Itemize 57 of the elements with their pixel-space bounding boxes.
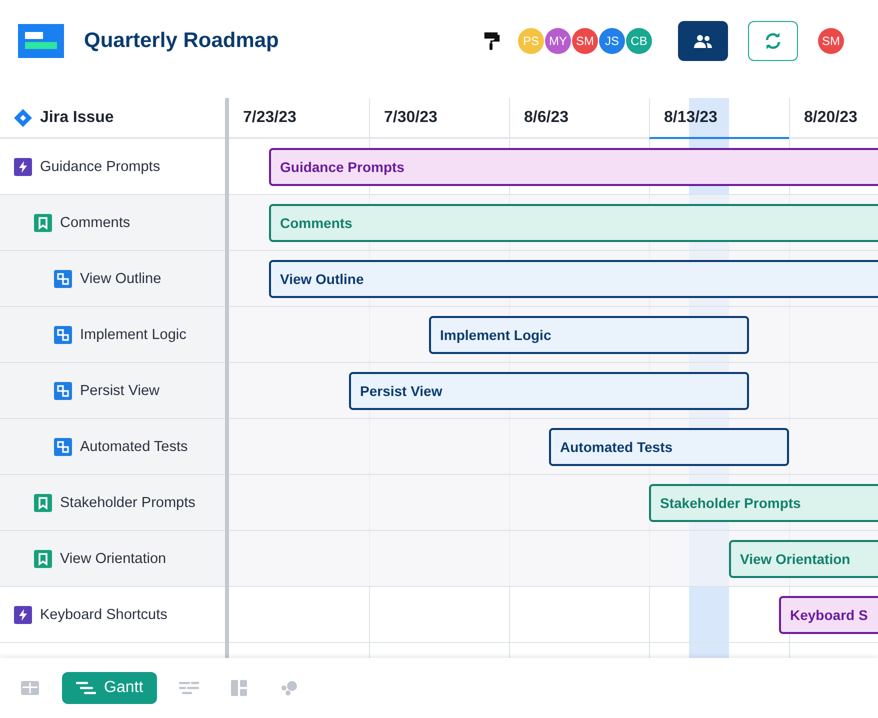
date-header: 8/20/23 <box>789 98 878 139</box>
app-logo <box>18 24 64 58</box>
issue-label: Automated Tests <box>80 438 188 454</box>
issue-row[interactable]: Implement Logic <box>0 307 225 363</box>
gantt-icon <box>76 681 96 695</box>
gantt-bar[interactable]: Comments <box>269 204 878 242</box>
column-header: Jira Issue <box>40 108 114 126</box>
issue-label: View Orientation <box>60 550 166 566</box>
user-avatar[interactable]: JS <box>599 28 625 54</box>
bookmark-icon <box>34 494 52 512</box>
date-header: 7/23/23 <box>242 108 298 128</box>
issue-label: Comments <box>60 214 130 230</box>
diamond-icon <box>14 108 32 126</box>
user-avatar[interactable]: MY <box>545 28 571 54</box>
bookmark-icon <box>34 214 52 232</box>
issue-label: Keyboard Shortcuts <box>40 606 168 622</box>
issue-row[interactable]: Automated Tests <box>0 419 225 475</box>
people-icon <box>693 34 713 48</box>
table-icon <box>21 681 39 695</box>
lightning-icon <box>14 158 32 176</box>
gantt-bar[interactable]: View Outline <box>269 260 878 298</box>
date-header: 8/6/23 <box>509 98 649 139</box>
gantt-bar[interactable]: Guidance Prompts <box>269 148 878 186</box>
issue-row[interactable]: Comments <box>0 195 225 251</box>
sync-button[interactable] <box>748 21 798 61</box>
issue-label: Persist View <box>80 382 160 398</box>
issue-label: Stakeholder Prompts <box>60 494 196 510</box>
paint-roller-icon[interactable] <box>484 32 500 50</box>
lightning-icon <box>14 606 32 624</box>
subtask-icon <box>54 438 72 456</box>
gantt-bar[interactable]: Implement Logic <box>429 316 749 354</box>
timeline-icon <box>179 681 200 695</box>
subtask-icon <box>54 326 72 344</box>
user-avatar[interactable]: SM <box>818 28 844 54</box>
gantt-bar[interactable]: Automated Tests <box>549 428 789 466</box>
date-header: 8/13/23 <box>649 98 789 139</box>
gantt-bar[interactable]: Keyboard S <box>779 596 878 634</box>
user-avatar[interactable]: SM <box>572 28 598 54</box>
bookmark-icon <box>34 550 52 568</box>
issue-label: Guidance Prompts <box>40 158 160 174</box>
gantt-bar[interactable]: Persist View <box>349 372 749 410</box>
gantt-bar[interactable]: View Orientation <box>729 540 878 578</box>
subtask-icon <box>54 382 72 400</box>
issue-row[interactable]: View Orientation <box>0 531 225 587</box>
subtask-icon <box>54 270 72 288</box>
refresh-icon <box>764 32 782 50</box>
page-title: Quarterly Roadmap <box>84 29 280 53</box>
team-button[interactable] <box>678 21 728 61</box>
issue-label: Implement Logic <box>80 326 186 342</box>
issue-label: View Outline <box>80 270 162 286</box>
issue-row[interactable]: Stakeholder Prompts <box>0 475 225 531</box>
bubble-chart-icon <box>280 680 298 696</box>
issue-row[interactable]: View Outline <box>0 251 225 307</box>
date-header: 7/30/23 <box>369 98 509 139</box>
issue-row[interactable]: Persist View <box>0 363 225 419</box>
gantt-bar[interactable]: Stakeholder Prompts <box>649 484 878 522</box>
board-icon <box>231 680 248 696</box>
